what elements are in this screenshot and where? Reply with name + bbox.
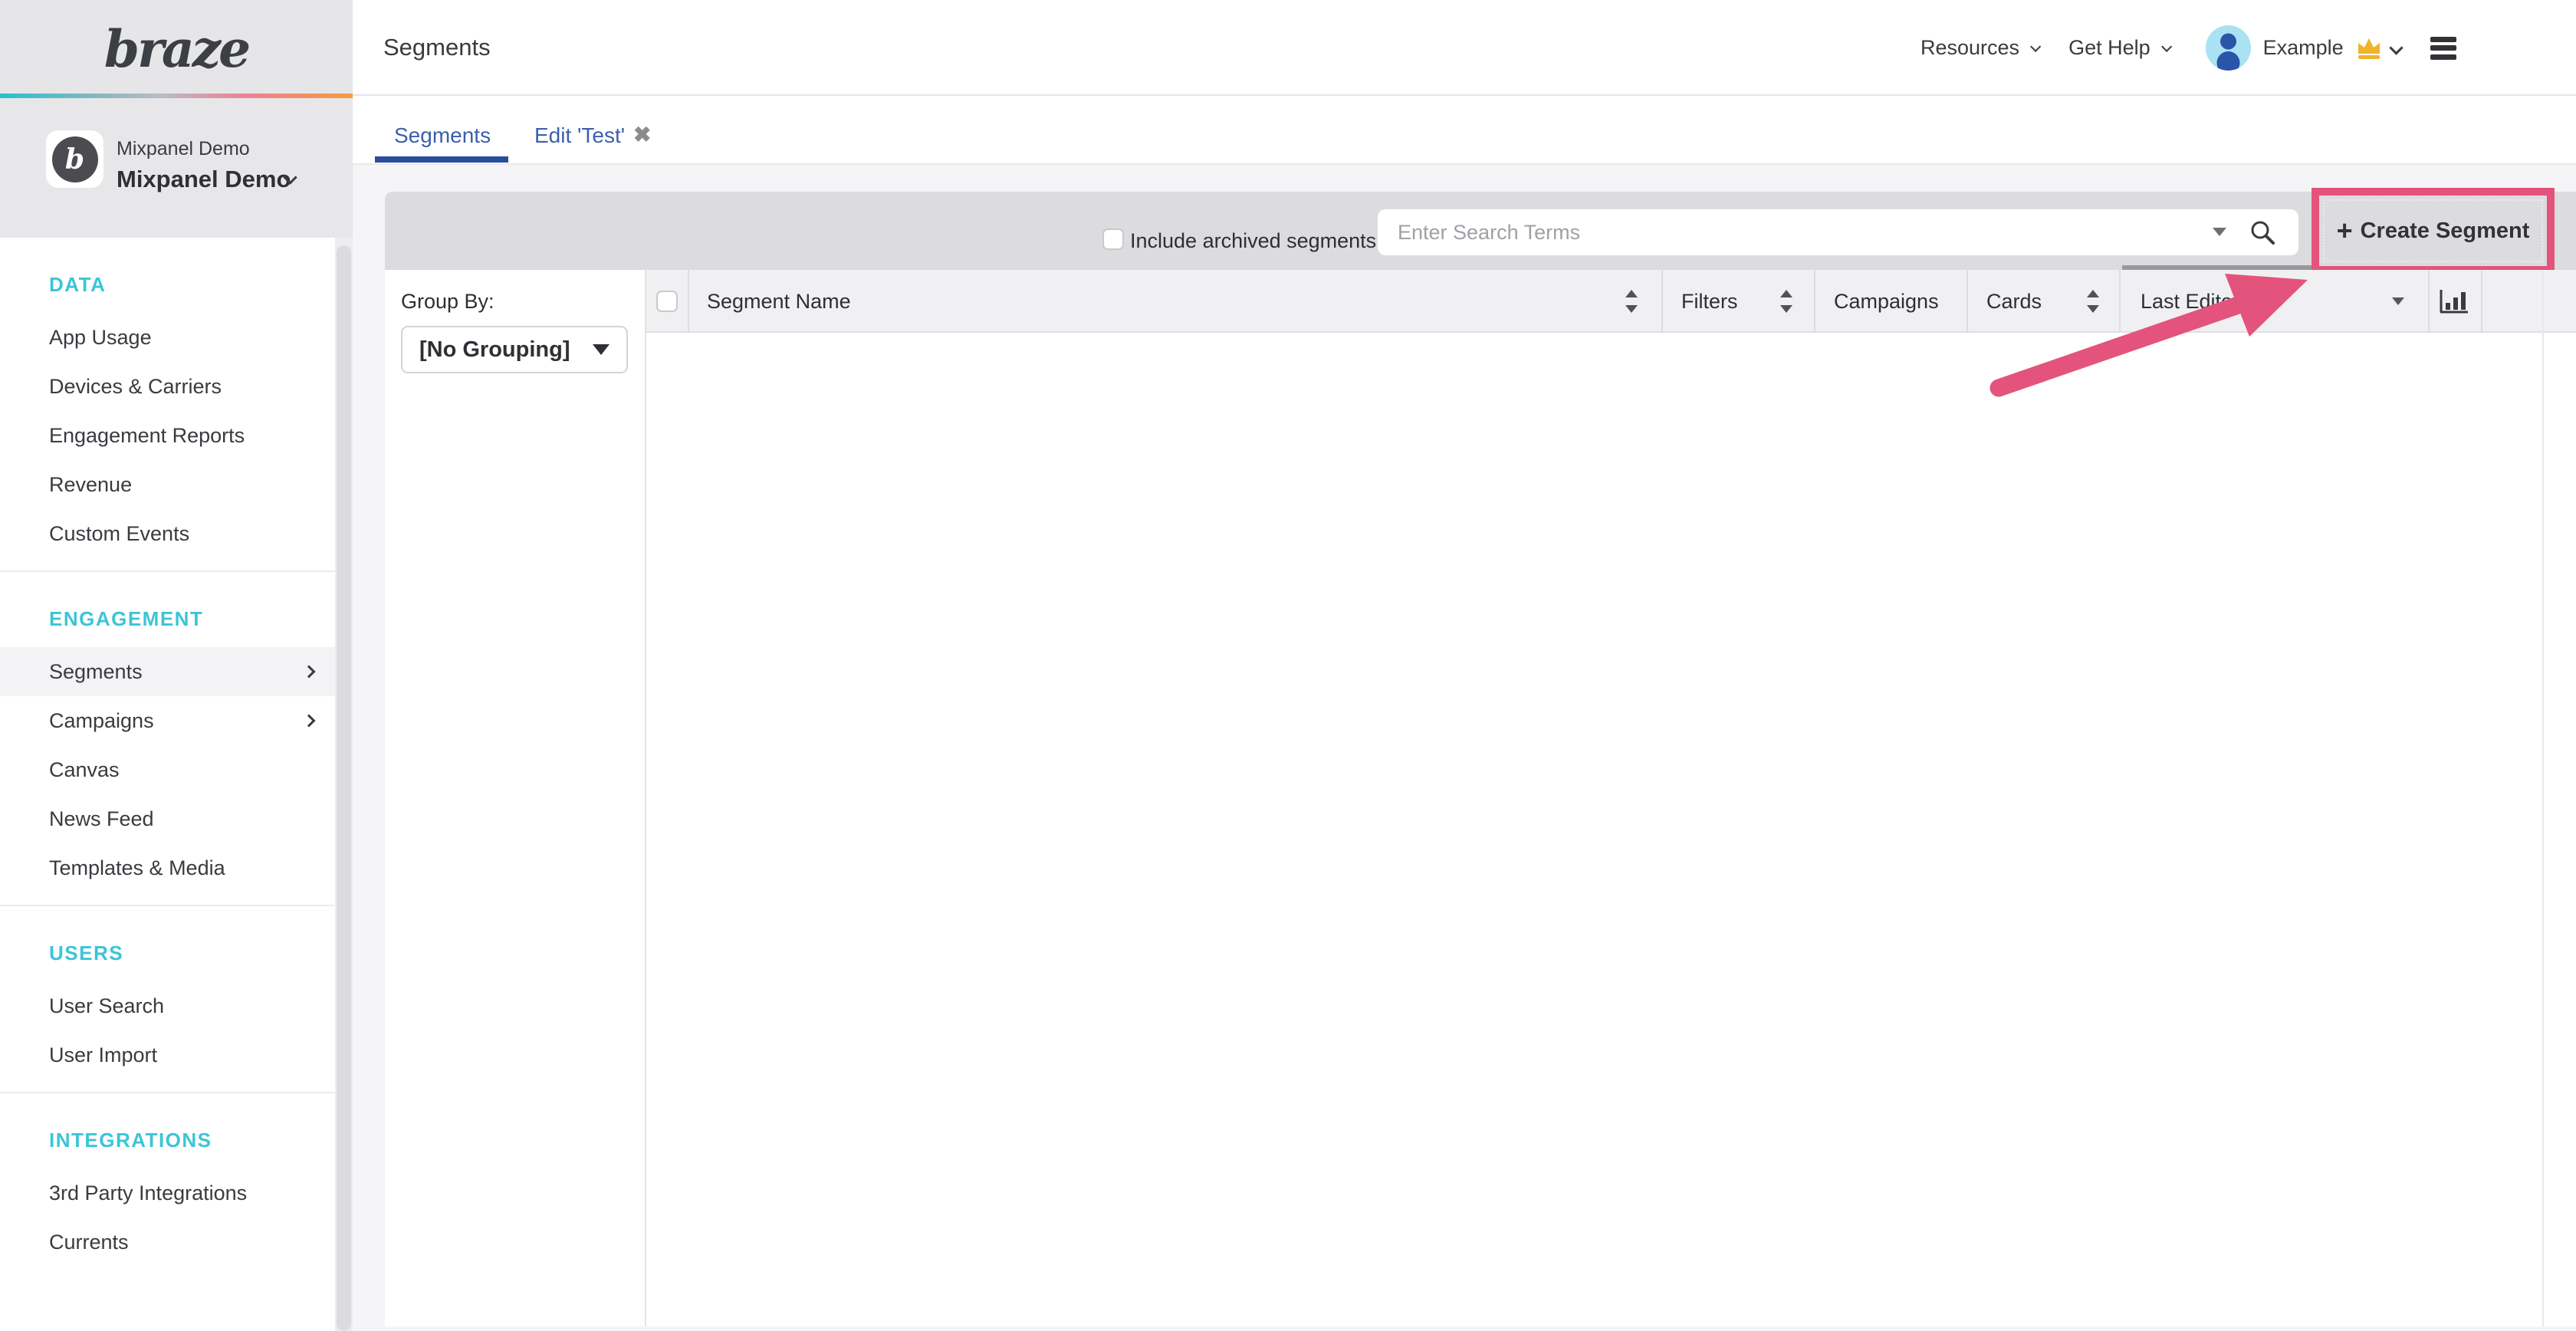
sidebar-item-app-usage[interactable]: App Usage [0, 313, 335, 362]
select-all-checkbox[interactable] [656, 291, 678, 312]
sidebar-section-engagement: ENGAGEMENT Segments Campaigns Canvas New… [0, 572, 335, 906]
user-avatar-icon [2206, 25, 2251, 71]
active-tab-underline [375, 156, 508, 163]
sidebar-item-campaigns[interactable]: Campaigns [0, 696, 335, 745]
appboy-icon: b [52, 136, 98, 182]
tab-bar: Segments Edit 'Test' ✖ [353, 96, 2576, 165]
workspace-icon-tile: b [46, 130, 104, 188]
get-help-menu[interactable]: Get Help [2068, 36, 2169, 60]
sidebar-item-news-feed[interactable]: News Feed [0, 794, 335, 843]
sidebar-scrollbar-thumb[interactable] [337, 245, 351, 1331]
sidebar-item-3rd-party-integrations[interactable]: 3rd Party Integrations [0, 1168, 335, 1218]
chevron-down-icon[interactable] [2389, 41, 2403, 54]
column-divider [1967, 270, 1968, 333]
group-by-select[interactable]: [No Grouping] [401, 326, 628, 373]
search-icon[interactable] [2249, 219, 2275, 245]
column-header-filters[interactable]: Filters [1681, 270, 1738, 333]
column-divider [1661, 270, 1663, 333]
page-title: Segments [383, 34, 491, 61]
last-edited-caret-icon[interactable] [2392, 297, 2404, 305]
sidebar-section-label: DATA [0, 271, 335, 297]
sidebar-section-data: DATA App Usage Devices & Carriers Engage… [0, 238, 335, 572]
include-archived-checkbox[interactable] [1102, 228, 1124, 250]
hamburger-menu-icon[interactable] [2430, 37, 2456, 60]
segments-table-header: Segment Name Filters Campaigns Cards Las… [646, 270, 2576, 333]
sidebar-item-canvas[interactable]: Canvas [0, 745, 335, 794]
search-input[interactable] [1378, 209, 2298, 255]
chevron-right-icon [303, 666, 316, 679]
sidebar-section-label: ENGAGEMENT [0, 606, 335, 632]
workspace-switcher[interactable]: b Mixpanel Demo Mixpanel Demo [0, 98, 353, 238]
create-segment-button[interactable]: + Create Segment [2319, 196, 2547, 266]
braze-logo-block: braze [0, 0, 353, 97]
avatar[interactable] [2206, 25, 2251, 71]
include-archived-label: Include archived segments [1130, 229, 1376, 253]
column-divider [688, 270, 689, 333]
sidebar-item-custom-events[interactable]: Custom Events [0, 509, 335, 558]
column-header-last-edited[interactable]: Last Edited [2141, 270, 2244, 333]
sidebar-section-integrations: INTEGRATIONS 3rd Party Integrations Curr… [0, 1093, 335, 1267]
sidebar-section-label: INTEGRATIONS [0, 1127, 335, 1153]
braze-logo[interactable]: braze [104, 19, 248, 79]
sidebar-item-segments[interactable]: Segments [0, 647, 335, 696]
chevron-down-icon [2030, 41, 2041, 51]
column-header-campaigns[interactable]: Campaigns [1834, 270, 1939, 333]
column-divider [2481, 270, 2482, 333]
group-by-label: Group By: [401, 290, 495, 314]
group-by-panel [385, 270, 646, 1326]
sort-icon[interactable] [1625, 290, 1638, 313]
workspace-app-name: Mixpanel Demo [117, 138, 250, 160]
sidebar: DATA App Usage Devices & Carriers Engage… [0, 238, 335, 1331]
sort-icon[interactable] [1780, 290, 1792, 313]
close-icon[interactable]: ✖ [633, 122, 651, 147]
plus-icon: + [2337, 217, 2353, 245]
sidebar-item-engagement-reports[interactable]: Engagement Reports [0, 411, 335, 460]
sidebar-section-label: USERS [0, 940, 335, 966]
sidebar-item-templates-media[interactable]: Templates & Media [0, 843, 335, 892]
segments-table-body [646, 270, 2576, 1326]
tab-segments[interactable]: Segments [394, 123, 491, 148]
annotation-highlight-box: + Create Segment [2312, 188, 2555, 274]
sidebar-item-currents[interactable]: Currents [0, 1218, 335, 1267]
sidebar-item-devices-carriers[interactable]: Devices & Carriers [0, 362, 335, 411]
sidebar-item-user-search[interactable]: User Search [0, 981, 335, 1030]
chevron-right-icon [303, 715, 316, 728]
column-divider [2428, 270, 2430, 333]
column-divider [2119, 270, 2121, 333]
crown-icon [2356, 36, 2382, 61]
column-header-segment-name[interactable]: Segment Name [707, 270, 851, 333]
sidebar-item-user-import[interactable]: User Import [0, 1030, 335, 1080]
column-header-cards[interactable]: Cards [1986, 270, 2042, 333]
workspace-company-name: Mixpanel Demo [117, 166, 291, 193]
sidebar-section-users: USERS User Search User Import [0, 906, 335, 1093]
sort-icon[interactable] [2087, 290, 2099, 313]
sidebar-item-revenue[interactable]: Revenue [0, 460, 335, 509]
top-nav: Resources Get Help Example [1921, 0, 2456, 96]
analytics-chart-icon[interactable] [2438, 288, 2470, 316]
user-name[interactable]: Example [2263, 36, 2344, 60]
search-dropdown-caret-icon[interactable] [2213, 228, 2226, 236]
chevron-down-icon [2161, 41, 2172, 51]
table-right-edge [2542, 270, 2544, 1326]
resources-menu[interactable]: Resources [1921, 36, 2038, 60]
chevron-down-icon [593, 344, 610, 355]
column-divider [1814, 270, 1815, 333]
tab-edit-test[interactable]: Edit 'Test' [534, 123, 625, 148]
